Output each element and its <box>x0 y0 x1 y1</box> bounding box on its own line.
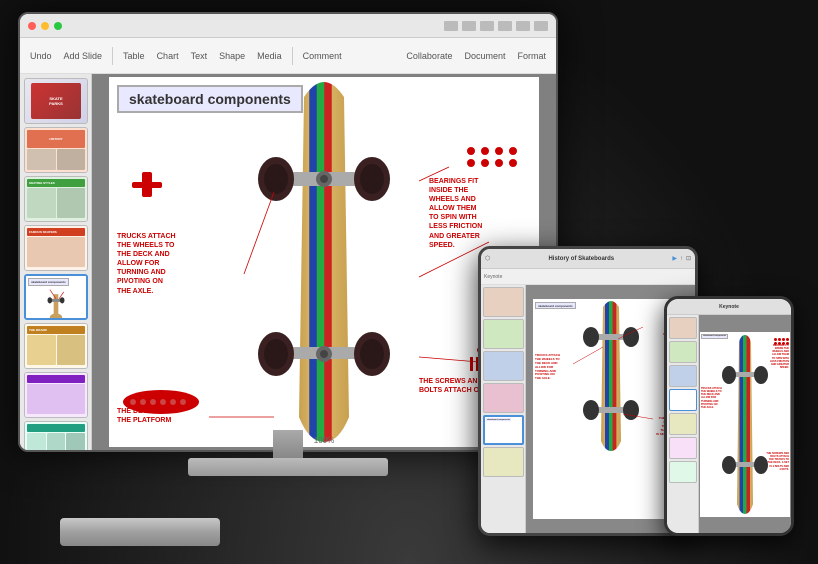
phone-topbar: Keynote <box>667 299 791 315</box>
undo-button[interactable]: Undo <box>26 49 56 63</box>
slide-thumb-2[interactable]: HISTORY <box>24 127 88 173</box>
deck-shape <box>121 387 201 422</box>
slide-panel: SKATEPARKS HISTORY <box>20 74 92 450</box>
phone-bearings-text: BEARING FITINSIDE THEWHEELS ANDALLOW THE… <box>770 344 789 370</box>
tablet-play-btn[interactable]: ▶ <box>672 255 677 262</box>
phone-screen: Keynote skateboard components <box>667 299 791 533</box>
toolbar-sep-2 <box>292 47 293 65</box>
slide-thumb-7[interactable] <box>24 372 88 418</box>
phone-thumb-5[interactable] <box>669 413 697 435</box>
slide-thumb-8[interactable] <box>24 421 88 450</box>
slide-canvas: skateboard components <box>109 77 539 447</box>
top-icon-5 <box>516 21 530 31</box>
monitor-screen: Undo Add Slide Table Chart Text Shape Me… <box>18 12 558 452</box>
monitor-neck <box>273 430 303 458</box>
truck-icon <box>127 167 167 212</box>
comment-button[interactable]: Comment <box>299 49 346 63</box>
phone-thumb-7[interactable] <box>669 461 697 483</box>
tablet-grid-btn[interactable]: ⊡ <box>686 255 691 262</box>
phone-skateboard <box>719 332 771 517</box>
tablet-slide-panel: skateboard components <box>481 285 526 533</box>
skateboard-graphic <box>224 77 424 447</box>
tablet-thumb-5-active[interactable]: skateboard components <box>483 415 524 445</box>
phone-bearing-dots <box>774 338 789 345</box>
shape-button[interactable]: Shape <box>215 49 249 63</box>
toolbar-sep-1 <box>112 47 113 65</box>
top-icon-2 <box>462 21 476 31</box>
tablet-screen: ⬡ History of Skateboards ▶ ↑ ⊡ Keynote s… <box>481 249 695 533</box>
tablet-thumb-4[interactable] <box>483 383 524 413</box>
slide-thumb-6[interactable]: THE BOARD <box>24 323 88 369</box>
slide-thumb-1[interactable]: SKATEPARKS <box>24 78 88 124</box>
slide-thumb-5[interactable]: skateboard components <box>24 274 88 320</box>
phone-device: Keynote skateboard components <box>664 296 794 536</box>
phone-thumb-6[interactable] <box>669 437 697 459</box>
chart-button[interactable]: Chart <box>153 49 183 63</box>
tablet-main: skateboard components skateboard compone… <box>481 285 695 533</box>
tablet-thumb-3[interactable] <box>483 351 524 381</box>
slide-thumb-3[interactable]: SKATING STYLES <box>24 176 88 222</box>
document-button[interactable]: Document <box>460 49 509 63</box>
format-button[interactable]: Format <box>513 49 550 63</box>
table-button[interactable]: Table <box>119 49 149 63</box>
monitor: Undo Add Slide Table Chart Text Shape Me… <box>18 12 558 502</box>
slide-thumb-4[interactable]: FAMOUS SKATERS <box>24 225 88 271</box>
top-bar <box>20 14 556 38</box>
maximize-button[interactable] <box>54 22 62 30</box>
tablet-thumb-2[interactable] <box>483 319 524 349</box>
tablet-truck-text: TRUCKS ATTACHTHE WHEELS TOTHE DECK ANDAL… <box>535 354 560 381</box>
tablet-app-icon: ⬡ <box>485 255 490 262</box>
bearings-annotation: BEARINGS FIT INSIDE THEWHEELS ANDALLOW T… <box>429 177 529 250</box>
truck-annotation: TRUCKS ATTACH THE WHEELS TOTHE DECK ANDA… <box>117 232 207 296</box>
top-icon-3 <box>480 21 494 31</box>
bearings-dots <box>467 147 519 167</box>
phone-title: Keynote <box>671 304 787 310</box>
collaborate-button[interactable]: Collaborate <box>402 49 456 63</box>
top-icon-1 <box>444 21 458 31</box>
screen-content: Undo Add Slide Table Chart Text Shape Me… <box>20 14 556 450</box>
phone-main: skateboard components <box>667 315 791 533</box>
minimize-button[interactable] <box>41 22 49 30</box>
monitor-stand <box>188 458 388 476</box>
phone-thumb-4-active[interactable] <box>669 389 697 411</box>
main-area: SKATEPARKS HISTORY <box>20 74 556 450</box>
tablet-thumb-6[interactable] <box>483 447 524 477</box>
phone-truck-text: TRUCKS ATTACHTHE WHEELS TOTHE DECK ANDAL… <box>701 387 722 410</box>
zoom-label: 100% <box>314 436 334 445</box>
top-icon-6 <box>534 21 548 31</box>
phone-thumb-1[interactable] <box>669 317 697 339</box>
tablet-share-btn[interactable]: ↑ <box>680 256 683 262</box>
mac-mini <box>60 518 220 546</box>
tablet-skateboard <box>571 299 651 454</box>
phone-thumb-3[interactable] <box>669 365 697 387</box>
tablet-topbar: ⬡ History of Skateboards ▶ ↑ ⊡ <box>481 249 695 269</box>
add-slide-button[interactable]: Add Slide <box>60 49 107 63</box>
phone-screws-text: THE SCREWS ANDBOLTS ATTACHTHE TRUCKS TOT… <box>766 452 789 472</box>
phone-slide-panel <box>667 315 699 533</box>
tablet-thumb-1[interactable] <box>483 287 524 317</box>
phone-canvas: skateboard components <box>699 315 791 533</box>
text-button[interactable]: Text <box>187 49 212 63</box>
media-button[interactable]: Media <box>253 49 286 63</box>
close-button[interactable] <box>28 22 36 30</box>
toolbar: Undo Add Slide Table Chart Text Shape Me… <box>20 38 556 74</box>
phone-thumb-2[interactable] <box>669 341 697 363</box>
tablet-title: History of Skateboards <box>493 256 669 262</box>
phone-slide: skateboard components <box>700 332 790 517</box>
slide-title: skateboard components <box>117 85 303 113</box>
tablet-toolbar: Keynote <box>481 269 695 285</box>
top-icon-4 <box>498 21 512 31</box>
top-bar-icons <box>444 21 548 31</box>
